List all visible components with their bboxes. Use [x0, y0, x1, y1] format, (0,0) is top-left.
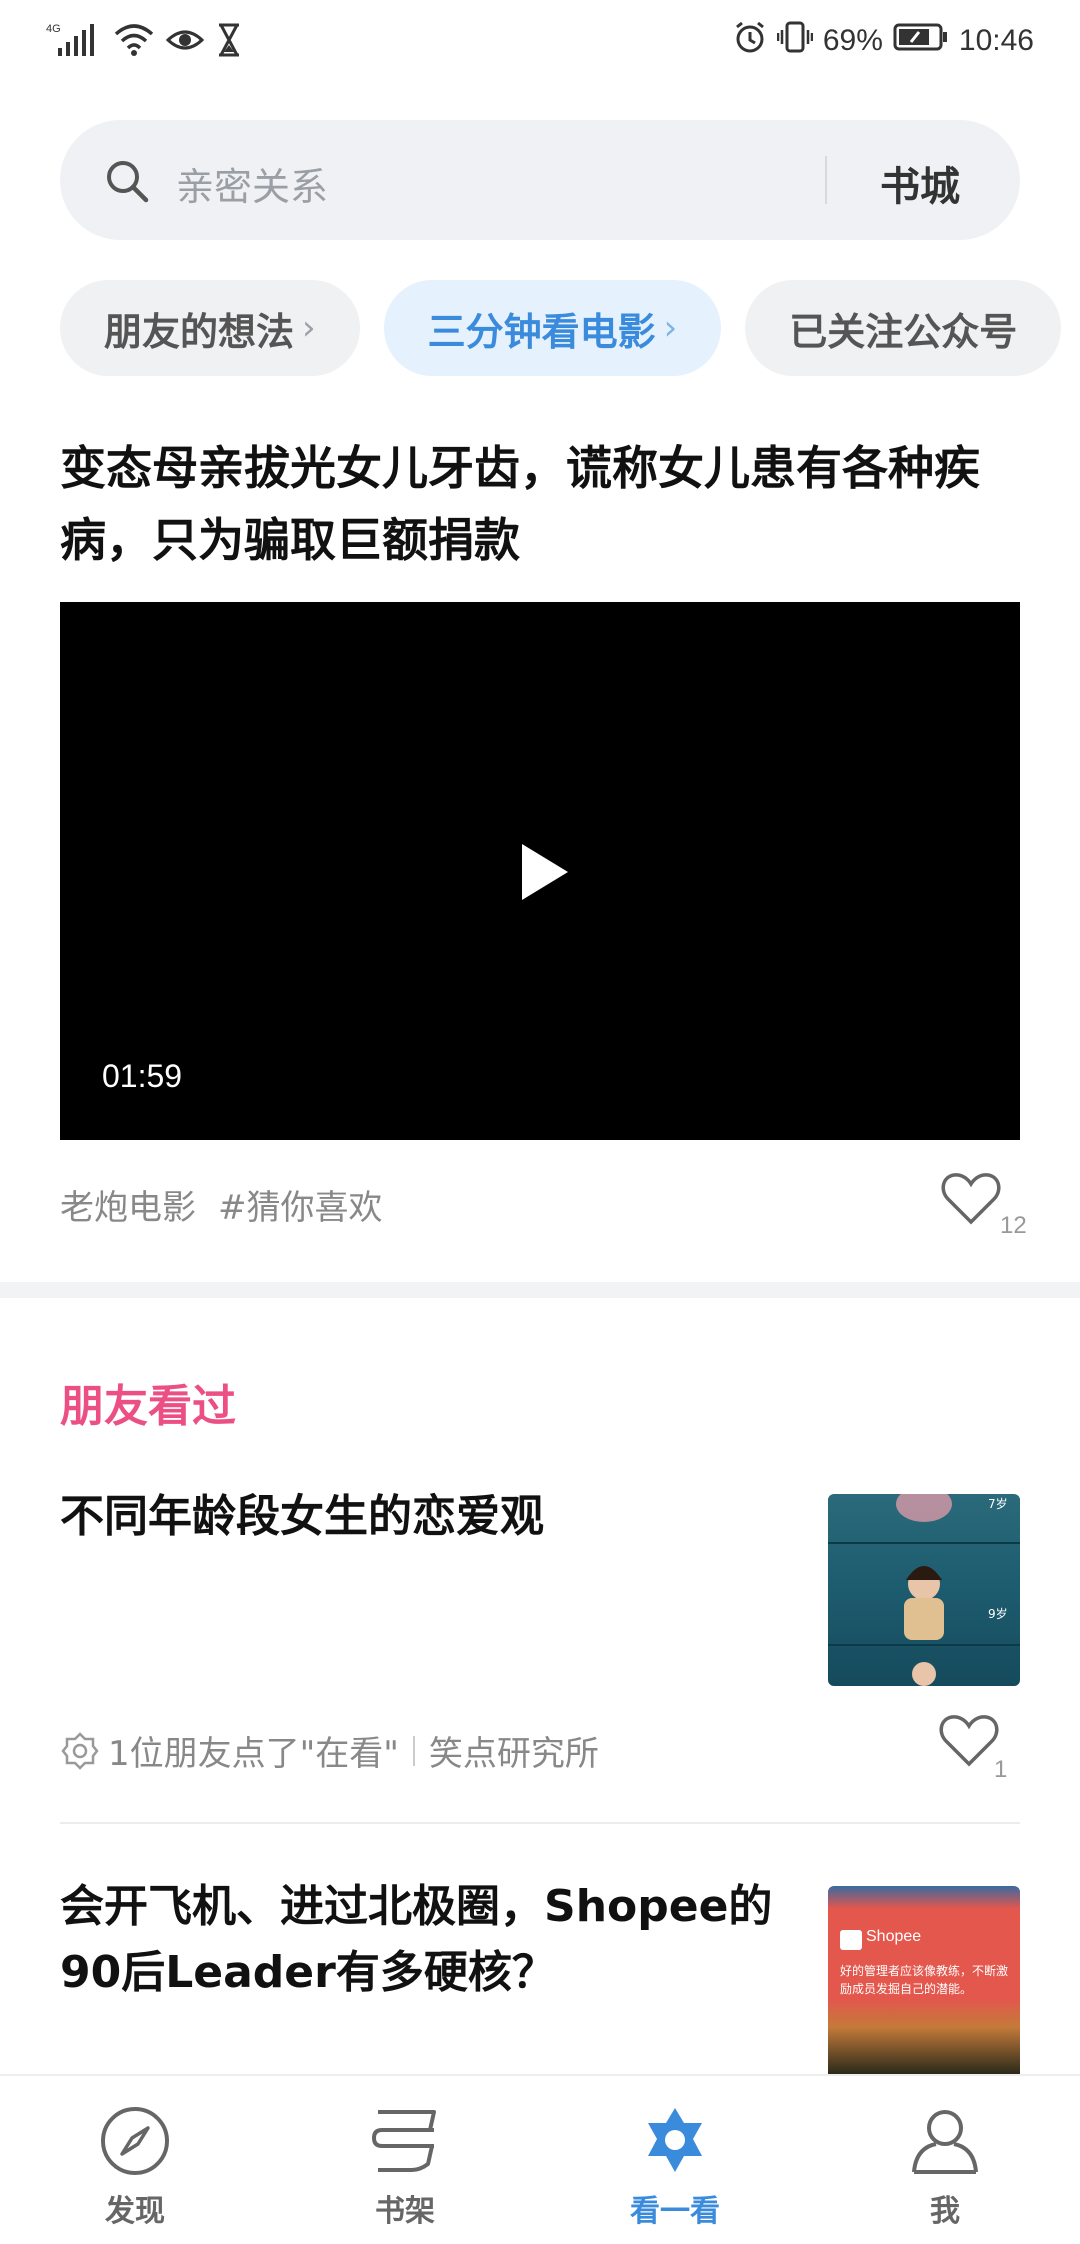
- friends-watching-text: 1位朋友点了"在看": [108, 1734, 399, 1774]
- chip-friends-thoughts[interactable]: 朋友的想法 ›: [60, 280, 360, 376]
- thumb-caption: 好的管理者应该像教练，不断激励成员发掘自己的潜能。: [840, 1964, 1009, 1996]
- clock: 10:46: [958, 24, 1034, 57]
- like-count: 12: [1000, 1212, 1027, 1239]
- chip-label: 已关注公众号: [789, 309, 1018, 354]
- section-divider: [0, 1282, 1080, 1298]
- network-type: 4G: [46, 23, 61, 35]
- thumb-label: 9岁: [988, 1606, 1008, 1621]
- list-divider: [60, 1822, 1020, 1824]
- chevron-right-icon: ›: [302, 308, 316, 348]
- article-title[interactable]: 会开飞机、进过北极圈，Shopee的90后Leader有多硬核？: [60, 1874, 790, 2006]
- search-icon: [104, 158, 150, 204]
- play-icon[interactable]: [520, 842, 570, 902]
- hourglass-icon: [216, 23, 242, 61]
- video-tag[interactable]: #猜你喜欢: [218, 1188, 383, 1228]
- article-thumbnail[interactable]: Shopee 好的管理者应该像教练，不断激励成员发掘自己的潜能。: [828, 1886, 1020, 2074]
- friends-icon: [60, 1731, 100, 1771]
- vibrate-icon: [776, 20, 814, 62]
- meta-separator: [412, 1735, 415, 1766]
- signal-icon: 4G: [46, 20, 102, 64]
- eye-icon: [165, 24, 205, 60]
- heart-icon[interactable]: [938, 1712, 1000, 1770]
- article-thumbnail[interactable]: 7岁 9岁: [828, 1494, 1020, 1686]
- star-icon: [640, 2106, 710, 2176]
- video-meta: 老炮电影 #猜你喜欢: [60, 1180, 383, 1229]
- featured-title[interactable]: 变态母亲拔光女儿牙齿，谎称女儿患有各种疾病，只为骗取巨额捐款: [60, 432, 1020, 576]
- nav-bookshelf[interactable]: 书架: [270, 2076, 540, 2244]
- bookstore-button[interactable]: 书城: [880, 154, 960, 212]
- chip-three-minute-movies[interactable]: 三分钟看电影 ›: [383, 280, 722, 376]
- status-right: 69% 10:46: [733, 20, 1034, 62]
- like-count: 1: [994, 1756, 1008, 1783]
- chip-label: 朋友的想法: [104, 309, 295, 354]
- search-divider: [825, 156, 827, 204]
- shopee-logo-icon: [840, 1930, 862, 1950]
- thumb-brand: Shopee: [866, 1928, 922, 1945]
- status-left: 4G: [46, 20, 242, 64]
- battery-icon: [893, 22, 949, 60]
- video-duration: 01:59: [102, 1058, 183, 1094]
- thumb-label: 7岁: [988, 1496, 1008, 1511]
- compass-icon: [100, 2106, 170, 2176]
- nav-discover[interactable]: 发现: [0, 2076, 270, 2244]
- nav-me[interactable]: 我: [810, 2076, 1080, 2244]
- article-source[interactable]: 笑点研究所: [429, 1726, 599, 1775]
- person-icon: [910, 2106, 980, 2176]
- battery-percent: 69%: [822, 24, 883, 57]
- category-chips: 朋友的想法 › 三分钟看电影 › 已关注公众号: [60, 280, 1080, 376]
- search-input[interactable]: 亲密关系: [176, 156, 328, 211]
- nav-top-stories[interactable]: 看一看: [540, 2076, 810, 2244]
- video-source[interactable]: 老炮电影: [60, 1188, 196, 1228]
- heart-icon[interactable]: [940, 1170, 1002, 1228]
- nav-label: 发现: [105, 2194, 165, 2229]
- alarm-icon: [733, 20, 767, 62]
- wifi-icon: [114, 22, 154, 62]
- chip-label: 三分钟看电影: [427, 309, 656, 354]
- search-bar[interactable]: 亲密关系 书城: [60, 120, 1020, 240]
- bookshelf-icon: [370, 2106, 440, 2176]
- status-bar: 4G 69% 10:46: [0, 0, 1080, 84]
- nav-label: 我: [930, 2194, 960, 2229]
- chevron-right-icon: ›: [663, 308, 678, 348]
- bottom-nav: 发现 书架 看一看 我: [0, 2074, 1080, 2244]
- nav-label: 看一看: [630, 2194, 720, 2229]
- section-title: 朋友看过: [60, 1381, 236, 1432]
- article-title[interactable]: 不同年龄段女生的恋爱观: [60, 1484, 790, 1550]
- nav-label: 书架: [375, 2194, 435, 2229]
- article-meta: 1位朋友点了"在看" 笑点研究所: [60, 1726, 599, 1775]
- chip-followed-accounts[interactable]: 已关注公众号: [745, 280, 1062, 376]
